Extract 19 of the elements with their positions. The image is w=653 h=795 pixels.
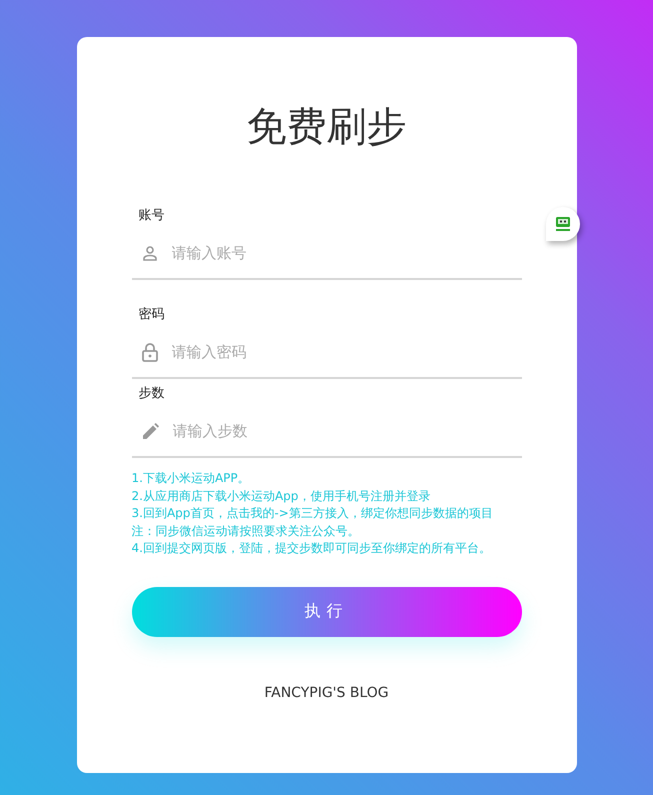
field-label: 账号 [138, 207, 166, 225]
submit-button[interactable]: 执行 [132, 586, 522, 636]
lock-icon [142, 342, 158, 362]
pencil-icon [142, 422, 158, 440]
page-title: 免费刷步 [246, 103, 408, 152]
instruction-text: 4.回到提交网页版，登陆，提交步数即可同步至你绑定的所有平台。 [132, 540, 492, 557]
footer-link[interactable]: FANCYPIG'S BLOG [264, 684, 389, 700]
robot-icon [554, 216, 570, 232]
instruction-text: 注：同步微信运动请按照要求关注公众号。 [132, 522, 360, 540]
instruction-text: 1.下载小米运动APP。 [132, 470, 251, 487]
input-field[interactable]: 请输入密码 [170, 342, 522, 362]
instruction-text: 3.回到App首页，点击我的->第三方接入，绑定你想同步数据的项目 [132, 505, 494, 522]
input-field[interactable]: 请输入步数 [170, 421, 522, 441]
instruction-text: 2.从应用商店下载小米运动App，使用手机号注册并登录 [132, 488, 432, 504]
input-field[interactable]: 请输入账号 [170, 243, 522, 263]
field-label: 密码 [138, 306, 166, 324]
extension-bubble[interactable] [546, 207, 580, 241]
field-label: 步数 [138, 385, 166, 403]
user-icon [142, 245, 158, 261]
